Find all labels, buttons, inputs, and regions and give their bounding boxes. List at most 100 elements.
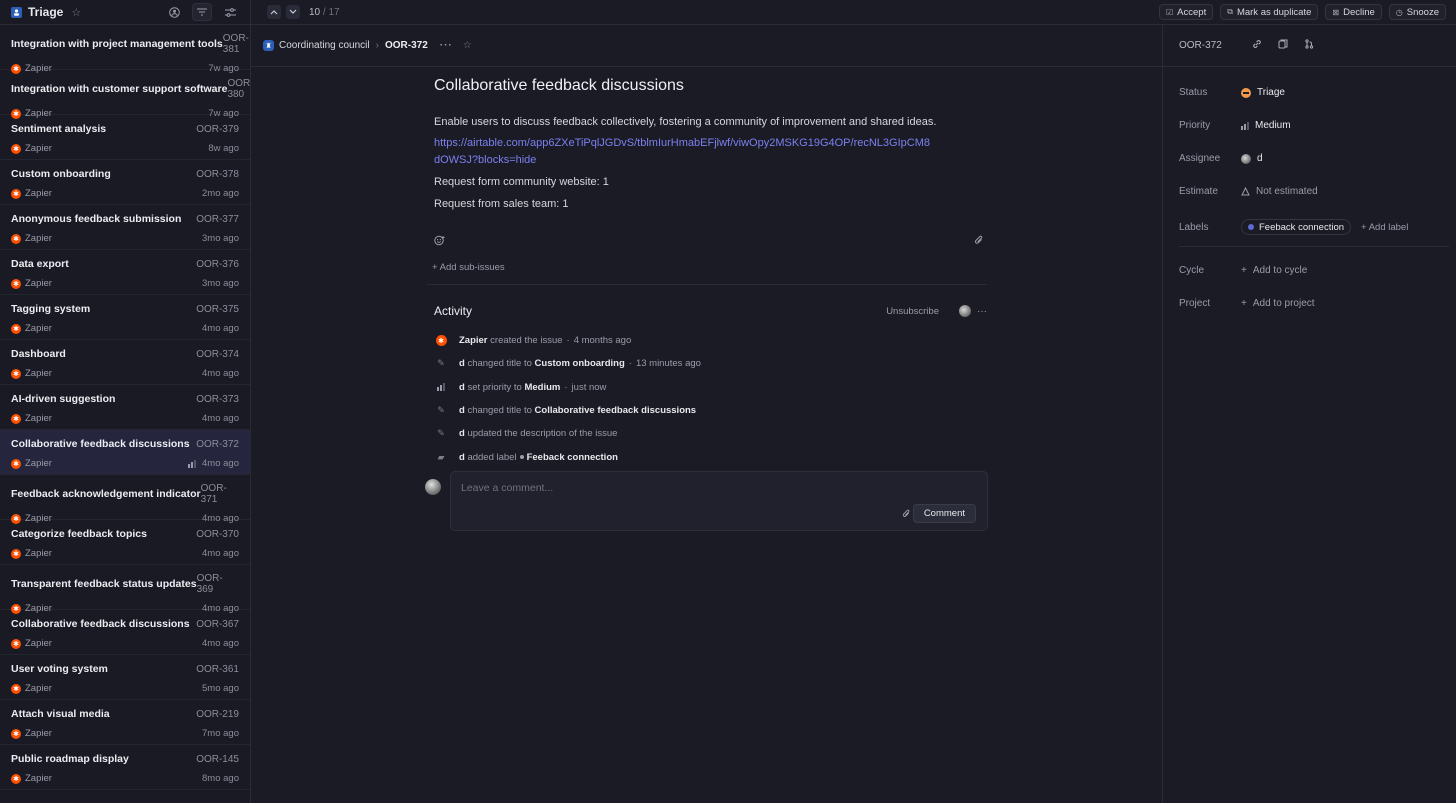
favorite-star-icon[interactable]: ☆ <box>71 6 81 19</box>
triage-issue-row[interactable]: Categorize feedback topics OOR-370 ✱ Zapier… <box>0 520 250 565</box>
attachment-icon[interactable] <box>974 235 984 249</box>
next-issue-button[interactable] <box>286 5 300 19</box>
reaction-row <box>434 235 984 249</box>
triage-issue-row[interactable]: Collaborative feedback discussions OOR-36… <box>0 610 250 655</box>
activity-actor[interactable]: d <box>459 405 465 416</box>
project-row[interactable]: Project + Add to project <box>1179 298 1315 309</box>
breadcrumb-issue-id[interactable]: OOR-372 <box>385 40 428 51</box>
status-row[interactable]: Status Triage <box>1179 87 1285 98</box>
decline-button[interactable]: ⊠ Decline <box>1325 4 1382 20</box>
assignee-row[interactable]: Assignee d <box>1179 153 1263 164</box>
issue-row-creator: Zapier <box>25 323 52 334</box>
more-options-icon[interactable]: ··· <box>440 40 453 51</box>
issue-row-age-text: 3mo ago <box>202 278 239 289</box>
triage-issue-row[interactable]: User voting system OOR-361 ✱ Zapier 5mo ago <box>0 655 250 700</box>
copy-id-icon[interactable] <box>1278 39 1288 52</box>
issue-row-creator: Zapier <box>25 548 52 559</box>
triage-issue-row[interactable]: Attach visual media OOR-219 ✱ Zapier 7mo ago <box>0 700 250 745</box>
copy-link-icon[interactable] <box>1252 39 1262 52</box>
triage-issue-row[interactable]: Feedback acknowledgement indicator OOR-37… <box>0 475 250 524</box>
triage-issue-row[interactable]: AI-driven suggestion OOR-373 ✱ Zapier 4mo ag… <box>0 385 250 430</box>
accept-button[interactable]: ☑ Accept <box>1159 4 1214 20</box>
add-label-button[interactable]: + Add label <box>1361 222 1408 233</box>
status-text: Triage <box>1257 87 1285 98</box>
display-options-icon[interactable] <box>220 3 240 21</box>
estimate-row[interactable]: Estimate Not estimated <box>1179 186 1318 197</box>
triage-issue-row[interactable]: Integration with customer support softwa… <box>0 70 250 119</box>
cycle-label: Cycle <box>1179 265 1205 276</box>
triage-issue-row[interactable]: Public roadmap display OOR-145 ✱ Zapier 8mo … <box>0 745 250 790</box>
branch-icon[interactable] <box>1304 39 1314 52</box>
airtable-link[interactable]: https://airtable.com/app6ZXeTiPqlJGDvS/t… <box>434 135 934 169</box>
clock-icon: ◷ <box>1395 7 1403 17</box>
comment-box[interactable]: Leave a comment... Comment <box>450 471 988 531</box>
activity-actor[interactable]: d <box>459 428 465 439</box>
issue-title[interactable]: Collaborative feedback discussions <box>434 77 987 95</box>
issue-row-age-text: 8mo ago <box>202 773 239 784</box>
triage-issue-row[interactable]: Collaborative feedback discussions OOR-37… <box>0 430 250 475</box>
triage-issue-row[interactable]: Tagging system OOR-375 ✱ Zapier 4mo ago <box>0 295 250 340</box>
activity-text: set priority to <box>467 381 522 393</box>
priority-row[interactable]: Priority Medium <box>1179 120 1291 131</box>
issue-row-creator: Zapier <box>25 278 52 289</box>
favorite-star-icon[interactable]: ☆ <box>463 40 472 51</box>
filter-icon[interactable] <box>192 3 212 21</box>
comment-attachment-icon[interactable] <box>902 509 911 522</box>
cycle-row[interactable]: Cycle + Add to cycle <box>1179 265 1307 276</box>
add-reaction-icon[interactable] <box>434 235 445 249</box>
project-value[interactable]: + Add to project <box>1241 298 1315 309</box>
triage-issue-row[interactable]: Data export OOR-376 ✱ Zapier 3mo ago <box>0 250 250 295</box>
triage-issue-row[interactable]: Integration with project management tool… <box>0 25 250 74</box>
project-label: Project <box>1179 298 1211 309</box>
priority-bars-icon <box>188 459 197 468</box>
comment-button[interactable]: Comment <box>912 504 976 523</box>
zapier-avatar-icon: ✱ <box>11 683 21 694</box>
activity-item: d set priority to Medium · just now <box>434 376 987 399</box>
counter-position: 10 <box>309 6 321 18</box>
triage-issue-row[interactable]: Sentiment analysis OOR-379 ✱ Zapier 8w ago <box>0 115 250 160</box>
activity-actor[interactable]: d <box>459 382 465 393</box>
triage-issue-row[interactable]: Anonymous feedback submission OOR-377 ✱ Zap… <box>0 205 250 250</box>
snooze-button[interactable]: ◷ Snooze <box>1388 4 1446 20</box>
activity-item: ✎ d changed title to Collaborative feedba… <box>434 399 987 422</box>
issue-row-id: OOR-219 <box>196 708 239 720</box>
activity-heading: Activity <box>434 304 473 318</box>
description-line-1: Request form community website: 1 <box>434 176 609 188</box>
add-sub-issues-button[interactable]: + Add sub-issues <box>432 262 505 273</box>
decline-label: Decline <box>1343 6 1375 18</box>
label-chip[interactable]: Feeback connection <box>1241 219 1352 235</box>
status-value[interactable]: Triage <box>1241 87 1285 98</box>
user-filter-icon[interactable] <box>164 3 184 21</box>
priority-value[interactable]: Medium <box>1241 120 1291 131</box>
breadcrumb-team[interactable]: Coordinating council <box>279 40 370 51</box>
plus-icon: + <box>1241 298 1247 309</box>
panel-divider <box>1179 246 1449 247</box>
assignee-value[interactable]: d <box>1241 153 1263 164</box>
activity-actor[interactable]: Zapier <box>459 335 488 346</box>
label-dot-icon <box>519 454 524 459</box>
previous-issue-button[interactable] <box>267 5 281 19</box>
subscriber-avatar[interactable] <box>959 305 971 317</box>
activity-actor[interactable]: d <box>459 358 465 369</box>
unsubscribe-button[interactable]: Unsubscribe <box>886 306 939 317</box>
mark-duplicate-button[interactable]: ⧉ Mark as duplicate <box>1220 4 1319 20</box>
activity-actor[interactable]: d <box>459 452 465 463</box>
issue-row-id: OOR-378 <box>196 168 239 180</box>
issue-description[interactable]: Enable users to discuss feedback collect… <box>434 113 987 131</box>
issue-row-age-text: 5mo ago <box>202 683 239 694</box>
triage-issue-row[interactable]: Custom onboarding OOR-378 ✱ Zapier 2mo ago <box>0 160 250 205</box>
triage-issue-row[interactable]: Dashboard OOR-374 ✱ Zapier 4mo ago <box>0 340 250 385</box>
accept-icon: ☑ <box>1166 7 1174 17</box>
comment-input[interactable]: Leave a comment... <box>461 482 553 494</box>
activity-item: ✎ d updated the description of the issue <box>434 422 987 445</box>
issue-row-age-text: 4mo ago <box>202 413 239 424</box>
issue-row-title: Custom onboarding <box>11 168 111 180</box>
estimate-value[interactable]: Not estimated <box>1241 186 1318 197</box>
counter-total: / 17 <box>322 6 340 18</box>
zapier-avatar-icon: ✱ <box>11 728 21 739</box>
activity-more-icon[interactable]: ··· <box>977 306 987 317</box>
triage-issue-row[interactable]: Transparent feedback status updates OOR-3… <box>0 565 250 614</box>
cycle-value[interactable]: + Add to cycle <box>1241 265 1307 276</box>
activity-text: created the issue <box>490 335 563 347</box>
plus-icon: + <box>1241 265 1247 276</box>
